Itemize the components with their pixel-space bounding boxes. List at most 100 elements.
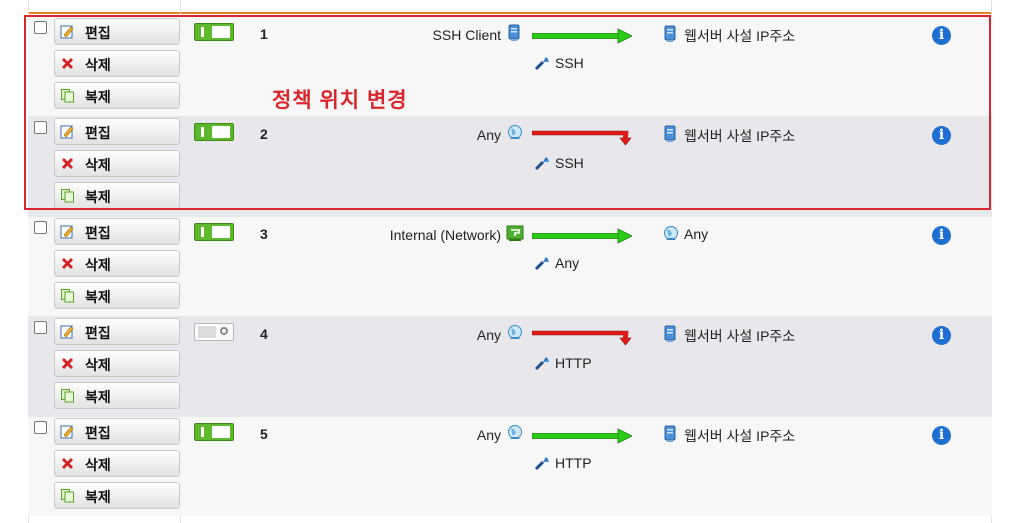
copy-button[interactable]: 복제	[54, 82, 180, 109]
globe-icon	[506, 324, 524, 342]
allow-arrow-icon	[531, 228, 633, 244]
row-select-checkbox[interactable]	[34, 121, 47, 134]
copy-icon	[60, 488, 75, 503]
copy-icon	[60, 88, 75, 103]
globe-icon	[506, 124, 524, 142]
rule-destination[interactable]: 웹서버 사설 IP주소	[684, 326, 795, 346]
info-icon[interactable]: i	[932, 26, 951, 45]
rule-number: 1	[260, 26, 268, 42]
row-select-checkbox[interactable]	[34, 421, 47, 434]
rule-enable-toggle[interactable]	[194, 223, 234, 241]
copy-label: 복제	[85, 489, 111, 505]
row-divider	[28, 116, 992, 117]
row-select-checkbox[interactable]	[34, 221, 47, 234]
edit-icon	[60, 424, 75, 439]
delete-icon	[60, 356, 75, 371]
table-row: 편집삭제복제 3 Internal (Network) Any Any i	[28, 216, 992, 316]
delete-label: 삭제	[85, 57, 111, 73]
allow-arrow-icon	[531, 28, 633, 44]
edit-button[interactable]: 편집	[54, 218, 180, 245]
delete-label: 삭제	[85, 157, 111, 173]
row-select-checkbox[interactable]	[34, 321, 47, 334]
host-icon	[662, 425, 678, 443]
rule-enable-toggle[interactable]	[194, 123, 234, 141]
delete-icon	[60, 56, 75, 71]
network-icon	[506, 224, 524, 242]
info-icon[interactable]: i	[932, 426, 951, 445]
rule-destination[interactable]: Any	[684, 226, 708, 242]
host-icon	[662, 325, 678, 343]
delete-label: 삭제	[85, 457, 111, 473]
copy-icon	[60, 188, 75, 203]
host-icon	[662, 125, 678, 143]
service-icon	[534, 255, 550, 271]
copy-label: 복제	[85, 389, 111, 405]
table-row: 편집삭제복제 5 Any HTTP 웹서버 사설 IP주소 i	[28, 416, 992, 516]
table-row: 편집삭제복제 4 Any HTTP 웹서버 사설 IP주소 i	[28, 316, 992, 416]
rule-source[interactable]: Any	[477, 127, 501, 143]
row-divider	[28, 416, 992, 417]
rule-number: 5	[260, 426, 268, 442]
edit-label: 편집	[85, 25, 111, 41]
edit-button[interactable]: 편집	[54, 418, 180, 445]
delete-button[interactable]: 삭제	[54, 250, 180, 277]
edit-icon	[60, 24, 75, 39]
delete-icon	[60, 156, 75, 171]
rule-service[interactable]: SSH	[555, 155, 584, 171]
rule-source[interactable]: SSH Client	[433, 27, 501, 43]
copy-button[interactable]: 복제	[54, 282, 180, 309]
edit-icon	[60, 124, 75, 139]
edit-label: 편집	[85, 125, 111, 141]
edit-label: 편집	[85, 425, 111, 441]
annotation-label: 정책 위치 변경	[272, 89, 408, 112]
rule-destination[interactable]: 웹서버 사설 IP주소	[684, 26, 795, 46]
rule-source[interactable]: Any	[477, 327, 501, 343]
rule-source[interactable]: Any	[477, 427, 501, 443]
rule-enable-toggle[interactable]	[194, 323, 234, 341]
rule-enable-toggle[interactable]	[194, 23, 234, 41]
delete-icon	[60, 456, 75, 471]
service-icon	[534, 455, 550, 471]
row-divider	[28, 16, 992, 17]
copy-icon	[60, 288, 75, 303]
rule-destination[interactable]: 웹서버 사설 IP주소	[684, 126, 795, 146]
rule-service[interactable]: Any	[555, 255, 579, 271]
delete-label: 삭제	[85, 257, 111, 273]
copy-button[interactable]: 복제	[54, 382, 180, 409]
info-icon[interactable]: i	[932, 226, 951, 245]
rule-number: 4	[260, 326, 268, 342]
copy-label: 복제	[85, 89, 111, 105]
allow-arrow-icon	[531, 428, 633, 444]
delete-button[interactable]: 삭제	[54, 150, 180, 177]
rule-source[interactable]: Internal (Network)	[390, 227, 501, 243]
rule-number: 3	[260, 226, 268, 242]
copy-button[interactable]: 복제	[54, 182, 180, 209]
info-icon[interactable]: i	[932, 126, 951, 145]
host-icon	[662, 25, 678, 43]
service-icon	[534, 155, 550, 171]
row-select-checkbox[interactable]	[34, 21, 47, 34]
deny-arrow-icon	[531, 328, 632, 346]
delete-button[interactable]: 삭제	[54, 350, 180, 377]
rule-destination[interactable]: 웹서버 사설 IP주소	[684, 426, 795, 446]
globe-icon	[662, 225, 678, 243]
info-icon[interactable]: i	[932, 326, 951, 345]
service-icon	[534, 355, 550, 371]
delete-button[interactable]: 삭제	[54, 50, 180, 77]
copy-button[interactable]: 복제	[54, 482, 180, 509]
rule-enable-toggle[interactable]	[194, 423, 234, 441]
table-row: 편집삭제복제 1 SSH Client SSH 웹서버 사설 IP주소 i	[28, 16, 992, 116]
row-divider	[28, 316, 992, 317]
rule-service[interactable]: SSH	[555, 55, 584, 71]
service-icon	[534, 55, 550, 71]
deny-arrow-icon	[531, 128, 632, 146]
delete-button[interactable]: 삭제	[54, 450, 180, 477]
edit-button[interactable]: 편집	[54, 118, 180, 145]
rule-service[interactable]: HTTP	[555, 455, 592, 471]
copy-icon	[60, 388, 75, 403]
row-divider	[28, 216, 992, 217]
edit-button[interactable]: 편집	[54, 18, 180, 45]
rule-service[interactable]: HTTP	[555, 355, 592, 371]
edit-label: 편집	[85, 325, 111, 341]
edit-button[interactable]: 편집	[54, 318, 180, 345]
